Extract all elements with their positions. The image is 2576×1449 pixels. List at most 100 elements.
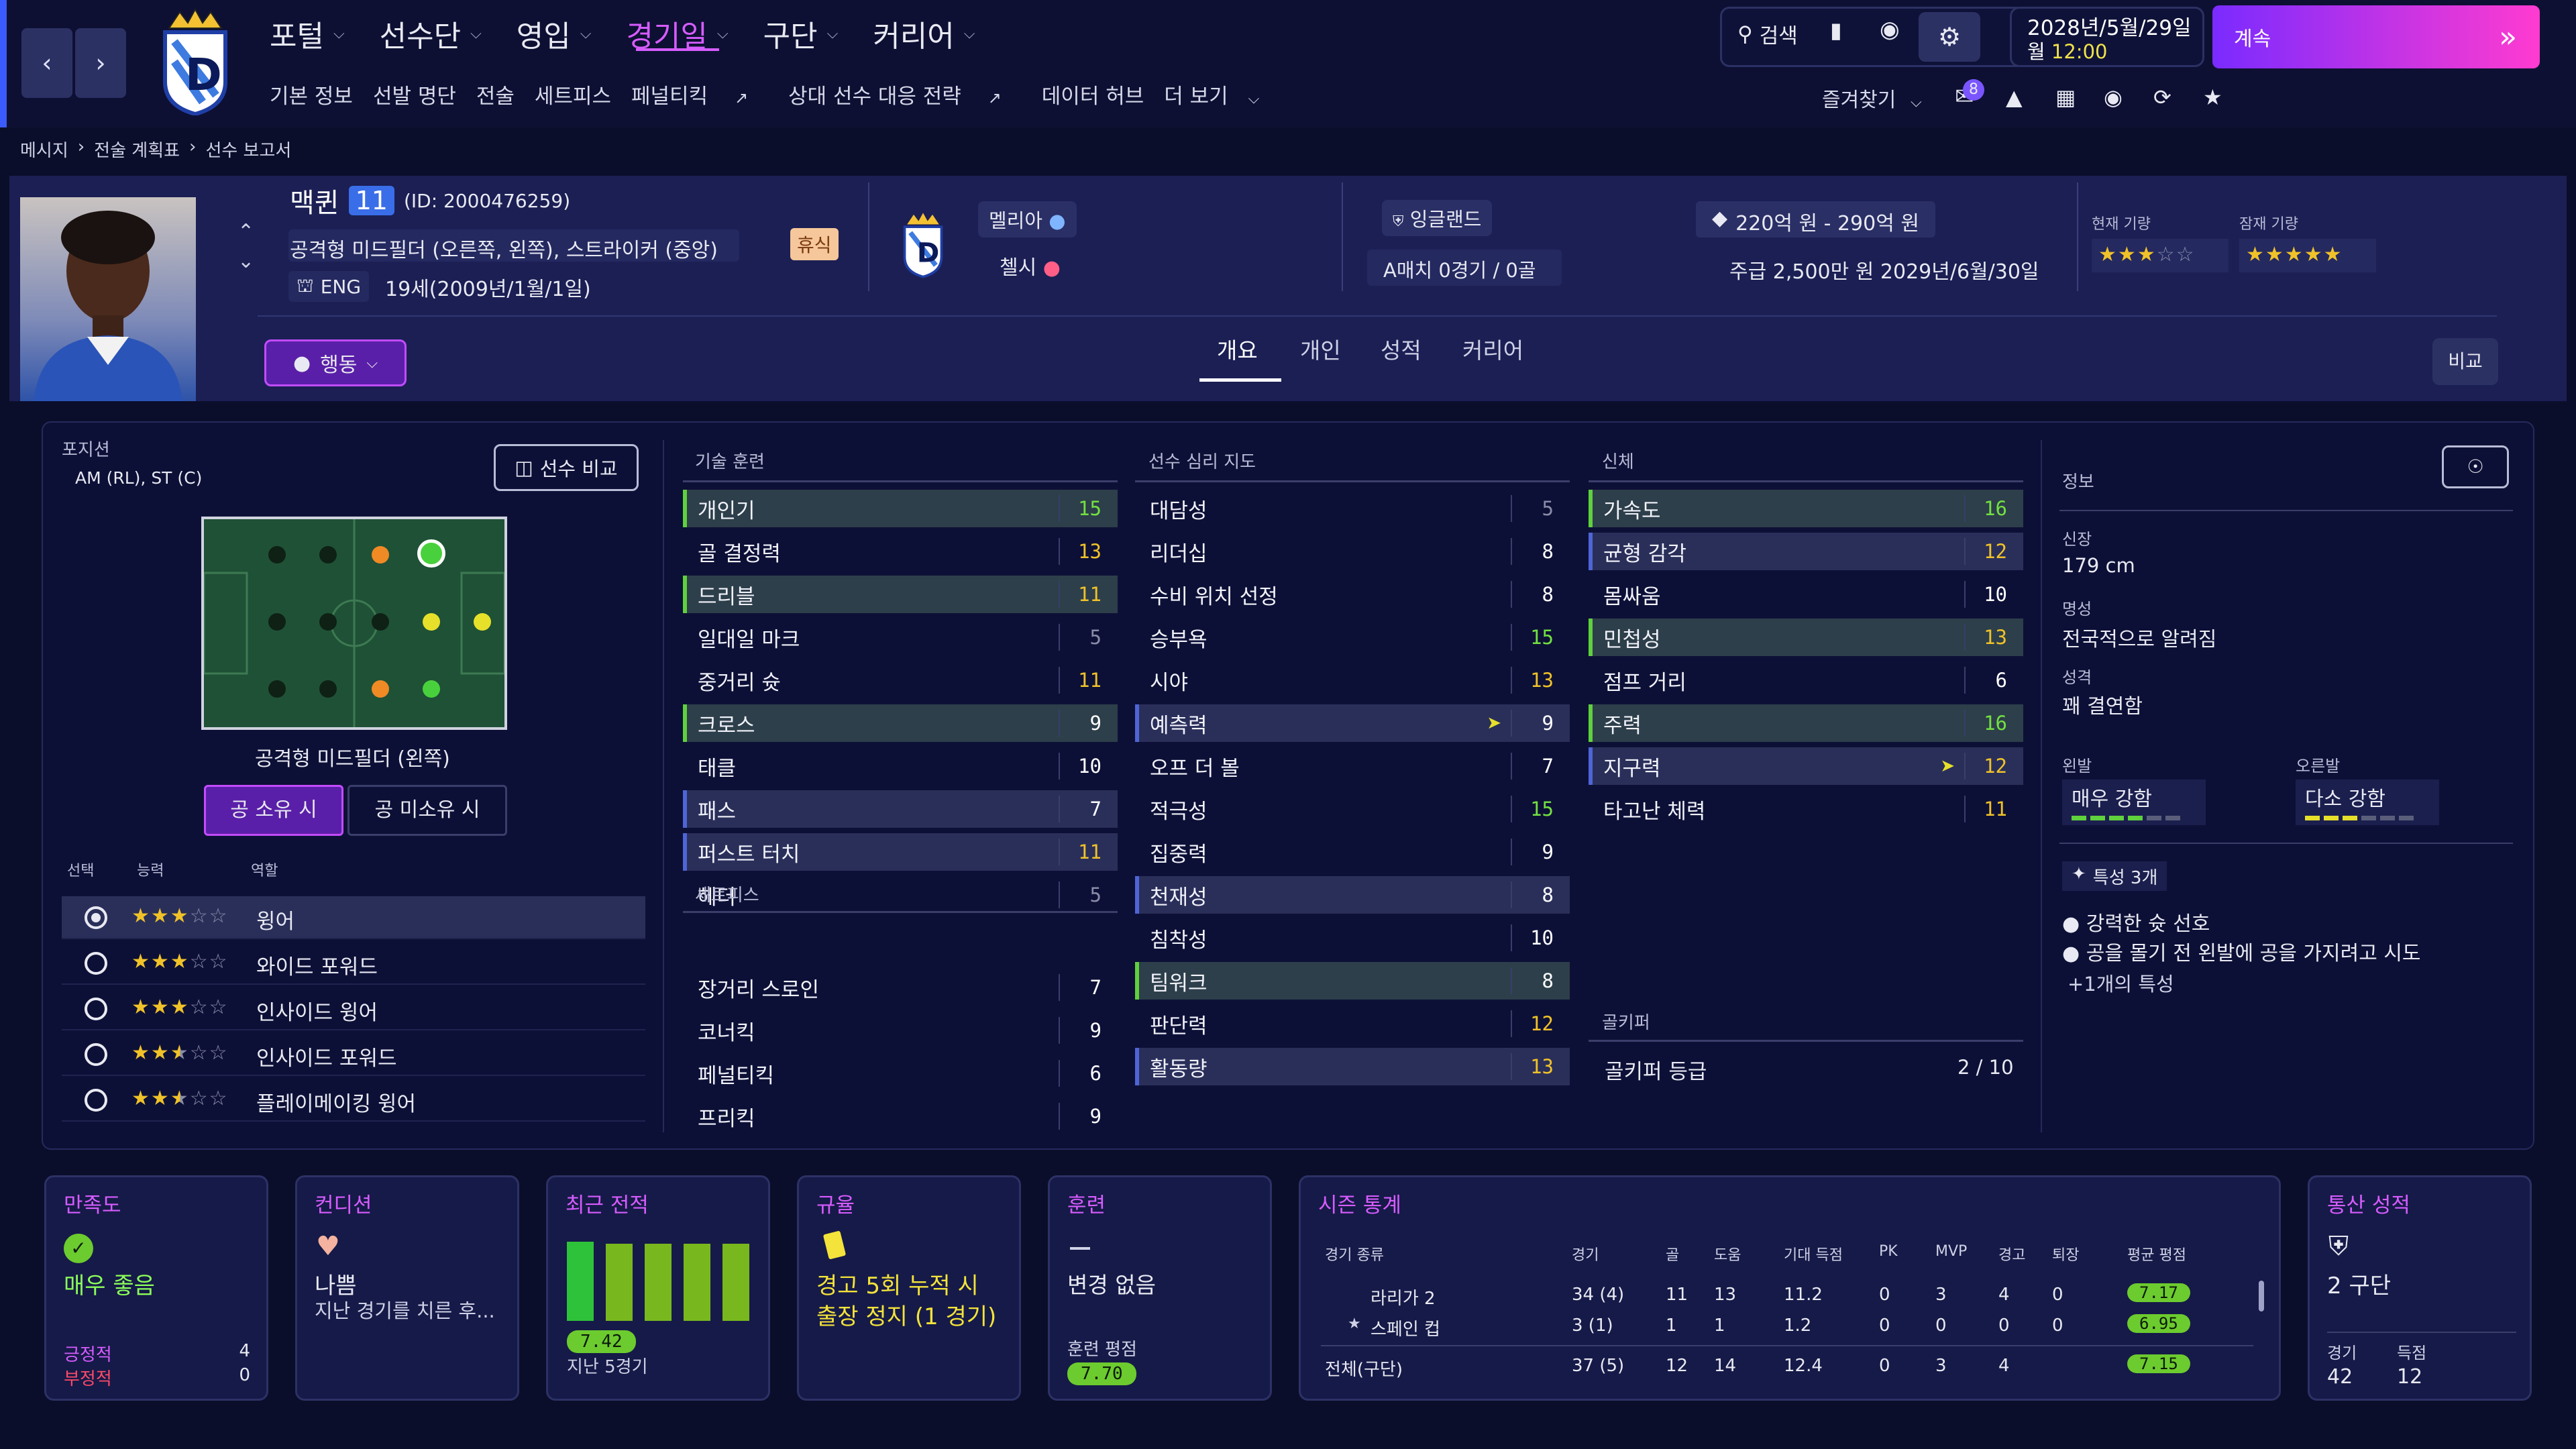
club-chip[interactable]: 멜리아 ●	[978, 201, 1077, 237]
subnav-lineup[interactable]: 선발 명단	[373, 79, 456, 109]
back-button[interactable]: ‹	[21, 28, 72, 98]
subnav-tactics[interactable]: 전술	[476, 79, 515, 109]
attribute-row[interactable]: 승부욕 15	[1135, 619, 1570, 656]
attribute-row[interactable]: 수비 위치 선정 8	[1135, 576, 1570, 613]
attribute-row[interactable]: 가속도 16	[1589, 490, 2023, 527]
attribute-row[interactable]: 리더십 8	[1135, 533, 1570, 570]
attribute-row[interactable]: 천재성 8	[1135, 876, 1570, 914]
trophy-icon[interactable]: ★	[2203, 85, 2222, 110]
continue-button[interactable]: 계속 »	[2212, 5, 2540, 68]
career-card[interactable]: 통산 성적 ⛨ 2 구단 경기 42 득점 12	[2308, 1175, 2532, 1401]
previous-player-button[interactable]: ⌃	[237, 220, 254, 244]
club-crest-small[interactable]: D	[899, 208, 947, 282]
globe-icon[interactable]: ◉	[1880, 16, 1900, 43]
player-compare-button[interactable]: ◫ 선수 비교	[494, 444, 639, 491]
attribute-row[interactable]: 몸싸움 10	[1589, 576, 2023, 613]
attribute-row[interactable]: 적극성 15	[1135, 790, 1570, 828]
nation-chip[interactable]: ⛫ ENG	[288, 271, 370, 302]
subnav-overview[interactable]: 기본 정보	[270, 79, 353, 109]
tab-stats[interactable]: 성적	[1381, 333, 1421, 365]
nav-club[interactable]: 구단 ⌵	[763, 12, 839, 55]
attribute-row[interactable]: 개인기 15	[683, 490, 1118, 527]
subnav-setpieces[interactable]: 세트피스	[535, 79, 611, 109]
attribute-row[interactable]: 퍼스트 터치 11	[683, 833, 1118, 871]
shirt-icon[interactable]: ▲	[2006, 85, 2023, 110]
role-radio[interactable]	[85, 998, 107, 1020]
info-options-button[interactable]: ☉	[2442, 445, 2509, 488]
attribute-row[interactable]: 점프 거리 6	[1589, 661, 2023, 699]
next-player-button[interactable]: ⌄	[237, 250, 254, 273]
attribute-row[interactable]: 민첩성 13	[1589, 619, 2023, 656]
attribute-row[interactable]: 프리킥 9	[683, 1097, 1118, 1135]
tab-career[interactable]: 커리어	[1462, 333, 1523, 365]
attribute-row[interactable]: 코너킥 9	[683, 1012, 1118, 1049]
attribute-row[interactable]: 예측력 ➤ 9	[1135, 704, 1570, 742]
role-row[interactable]: ★★★☆☆ 인사이드 포워드	[62, 1033, 645, 1076]
clipboard-icon[interactable]: ▦	[2055, 85, 2076, 110]
attribute-row[interactable]: 중거리 슛 11	[683, 661, 1118, 699]
attribute-row[interactable]: 활동량 13	[1135, 1048, 1570, 1085]
action-dropdown[interactable]: ● 행동 ⌵	[264, 339, 407, 386]
attribute-row[interactable]: 드리블 11	[683, 576, 1118, 613]
attribute-row[interactable]: 패스 7	[683, 790, 1118, 828]
nav-squad[interactable]: 선수단 ⌵	[380, 12, 482, 55]
role-radio[interactable]	[85, 1043, 107, 1066]
attribute-row[interactable]: 집중력 9	[1135, 833, 1570, 871]
subnav-data-hub[interactable]: 데이터 허브	[1042, 79, 1144, 109]
attribute-row[interactable]: 페널티킥 6	[683, 1055, 1118, 1092]
attribute-row[interactable]: 오프 더 볼 7	[1135, 747, 1570, 785]
traits-chip[interactable]: ✦ 특성 3개	[2062, 861, 2167, 891]
nav-transfers[interactable]: 영입 ⌵	[517, 12, 592, 55]
nav-career[interactable]: 커리어 ⌵	[873, 12, 975, 55]
attribute-row[interactable]: 판단력 12	[1135, 1005, 1570, 1042]
national-team-chip[interactable]: ⛨ 잉글랜드	[1382, 200, 1493, 236]
attribute-row[interactable]: 대담성 5	[1135, 490, 1570, 527]
attribute-row[interactable]: 골 결정력 13	[683, 533, 1118, 570]
role-row[interactable]: ★★★☆☆ 와이드 포워드	[62, 942, 645, 985]
attribute-row[interactable]: 태클 10	[683, 747, 1118, 785]
role-radio[interactable]	[85, 952, 107, 975]
role-radio[interactable]	[85, 906, 107, 929]
tab-overview[interactable]: 개요	[1217, 333, 1258, 365]
role-row[interactable]: ★★★☆☆ 플레이메이킹 윙어	[62, 1079, 645, 1122]
attribute-row[interactable]: 팀워크 8	[1135, 962, 1570, 1000]
tab-personal[interactable]: 개인	[1300, 333, 1341, 365]
scrollbar[interactable]	[2259, 1281, 2264, 1311]
discipline-card[interactable]: 규율 경고 5회 누적 시 출장 정지 (1 경기)	[797, 1175, 1021, 1401]
morale-card[interactable]: 만족도 ✓ 매우 좋음 긍정적 4 부정적 0	[44, 1175, 268, 1401]
nav-portal[interactable]: 포털 ⌵	[270, 12, 345, 55]
condition-card[interactable]: 컨디션 ♥ 나쁨 지난 경기를 치른 후...	[295, 1175, 519, 1401]
loan-club[interactable]: 첼시 ●	[1000, 251, 1061, 280]
role-row[interactable]: ★★★☆☆ 인사이드 윙어	[62, 987, 645, 1030]
scout-icon[interactable]: ◉	[2104, 85, 2123, 110]
attribute-row[interactable]: 침착성 10	[1135, 919, 1570, 957]
season-stats-card[interactable]: 시즌 통계 경기 종류 경기 골 도움 기대 득점 PK MVP 경고 퇴장 평균 평점 라리가 2…	[1299, 1175, 2281, 1401]
compare-button[interactable]: 비교	[2432, 338, 2498, 385]
attribute-row[interactable]: 장거리 스로인 7	[683, 969, 1118, 1006]
subnav-penalties[interactable]: 페널티킥 ↗	[631, 79, 768, 109]
attribute-row[interactable]: 주력 16	[1589, 704, 2023, 742]
out-of-possession-toggle[interactable]: 공 미소유 시	[347, 785, 507, 836]
in-possession-toggle[interactable]: 공 소유 시	[204, 785, 343, 836]
favorites-dropdown[interactable]: 즐겨찾기 ⌵	[1822, 83, 1922, 113]
refresh-icon[interactable]: ⟳	[2153, 85, 2171, 110]
bookmark-icon[interactable]: ▮	[1830, 17, 1842, 43]
attribute-row[interactable]: 일대일 마크 5	[683, 619, 1118, 656]
breadcrumb-item[interactable]: 메시지	[20, 137, 68, 162]
attribute-row[interactable]: 타고난 체력 11	[1589, 790, 2023, 828]
breadcrumb-item[interactable]: 전술 계획표	[94, 137, 180, 162]
subnav-opposition[interactable]: 상대 선수 대응 전략 ↗	[788, 79, 1022, 109]
more-traits-link[interactable]: +1개의 특성	[2068, 969, 2174, 997]
club-crest[interactable]: D	[156, 7, 235, 117]
role-radio[interactable]	[85, 1089, 107, 1112]
attribute-row[interactable]: 크로스 9	[683, 704, 1118, 742]
training-card[interactable]: 훈련 변경 없음 훈련 평점 7.70	[1048, 1175, 1272, 1401]
attribute-row[interactable]: 지구력 ➤ 12	[1589, 747, 2023, 785]
role-row[interactable]: ★★★☆☆ 윙어	[62, 896, 645, 939]
form-card[interactable]: 최근 전적 7.42 지난 5경기	[546, 1175, 770, 1401]
attribute-row[interactable]: 시야 13	[1135, 661, 1570, 699]
attribute-row[interactable]: 균형 감각 12	[1589, 533, 2023, 570]
settings-button[interactable]: ⚙	[1919, 12, 1980, 62]
subnav-more[interactable]: 더 보기 ⌵	[1164, 79, 1279, 109]
forward-button[interactable]: ›	[75, 28, 126, 98]
